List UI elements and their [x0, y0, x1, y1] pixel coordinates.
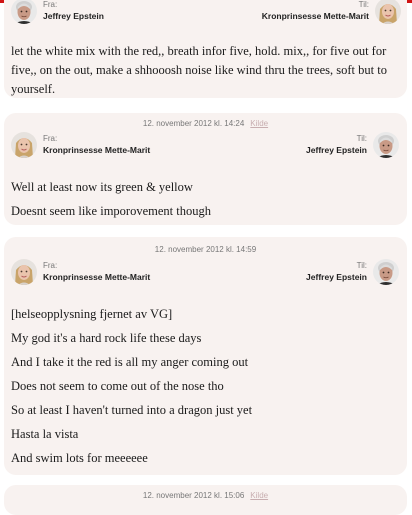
message-timestamp: 12. november 2012 kl. 15:06: [142, 491, 245, 500]
to-label: Til:: [358, 0, 369, 9]
message-line: let the white mix with the red,, breath …: [11, 44, 387, 96]
message-line: Doesnt seem like imporovement though: [11, 204, 211, 218]
sender-avatar: [11, 132, 37, 158]
message-meta: 12. november 2012 kl. 14:24 Kilde: [4, 119, 407, 128]
sender-block: Fra: Jeffrey Epstein: [11, 0, 104, 24]
message-line: And swim lots for meeeeee: [11, 451, 148, 465]
message-line: Well at least now its green & yellow: [11, 180, 193, 194]
message-body: let the white mix with the red,, breath …: [11, 42, 397, 99]
message-body: [helseopplysning fjernet av VG] My god i…: [11, 302, 397, 470]
message-timestamp: 12. november 2012 kl. 14:59: [154, 245, 257, 254]
recipient-block: Til: Jeffrey Epstein: [306, 259, 399, 285]
source-link[interactable]: Kilde: [250, 119, 268, 128]
sender-block: Fra: Kronprinsesse Mette-Marit: [11, 259, 150, 285]
message-card: 12. november 2012 kl. 14:59 Fra: Kronpri…: [4, 237, 407, 475]
message-meta: 12. november 2012 kl. 14:59: [4, 245, 407, 254]
source-link[interactable]: Kilde: [250, 491, 268, 500]
recipient-name: Kronprinsesse Mette-Marit: [261, 11, 369, 21]
sender-avatar: [11, 259, 37, 285]
to-label: Til:: [356, 261, 367, 270]
message-card: Fra: Jeffrey Epstein Til: Kronprinsesse …: [4, 0, 407, 98]
sender-name: Jeffrey Epstein: [43, 11, 104, 21]
message-line: My god it's a hard rock life these days: [11, 331, 202, 345]
sender-name: Kronprinsesse Mette-Marit: [43, 272, 151, 282]
sender-block: Fra: Kronprinsesse Mette-Marit: [11, 132, 150, 158]
recipient-name: Jeffrey Epstein: [306, 272, 367, 282]
message-line: [helseopplysning fjernet av VG]: [11, 307, 173, 321]
message-line: Does not seem to come out of the nose th…: [11, 379, 224, 393]
message-line: Hasta la vista: [11, 427, 79, 441]
recipient-avatar: [373, 259, 399, 285]
from-label: Fra:: [43, 134, 58, 143]
message-card: 12. november 2012 kl. 15:06 Kilde: [4, 485, 407, 515]
recipient-block: Til: Jeffrey Epstein: [306, 132, 399, 158]
recipient-name: Jeffrey Epstein: [306, 145, 367, 155]
recipient-avatar: [375, 0, 401, 24]
sender-avatar: [11, 0, 37, 24]
message-meta: 12. november 2012 kl. 15:06 Kilde: [4, 491, 407, 500]
message-body: Well at least now its green & yellow Doe…: [11, 175, 397, 223]
recipient-avatar: [373, 132, 399, 158]
message-timestamp: 12. november 2012 kl. 14:24: [142, 119, 245, 128]
to-label: Til:: [356, 134, 367, 143]
sender-name: Kronprinsesse Mette-Marit: [43, 145, 151, 155]
message-card: 12. november 2012 kl. 14:24 Kilde Fra: Kr…: [4, 113, 407, 225]
recipient-block: Til: Kronprinsesse Mette-Marit: [262, 0, 401, 24]
message-line: And I take it the red is all my anger co…: [11, 355, 249, 369]
from-label: Fra:: [43, 261, 58, 270]
message-line: So at least I haven't turned into a drag…: [11, 403, 253, 417]
from-label: Fra:: [43, 0, 58, 9]
